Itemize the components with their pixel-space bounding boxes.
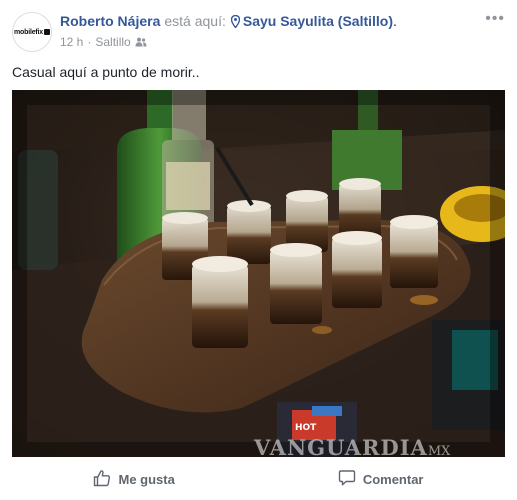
thumbs-up-icon [93, 469, 111, 490]
location-period: . [393, 13, 397, 29]
like-label: Me gusta [118, 471, 175, 487]
post-header: Roberto Nájera está aquí: Sayu Sayulita … [60, 13, 397, 29]
avatar-logo: mobilefix [14, 29, 50, 36]
post-actions: Me gusta Comentar [12, 458, 505, 500]
photo-watermark: VANGUARDIAMX [254, 435, 450, 457]
avatar-logo-square [43, 29, 50, 35]
comment-bubble-icon [338, 469, 356, 490]
meta-separator: · [87, 35, 92, 49]
photo-scene: HOT [12, 90, 505, 457]
status-text: está aquí: [164, 13, 226, 29]
post-caption: Casual aquí a punto de morir.. [12, 64, 200, 80]
post-time[interactable]: 12 h [60, 35, 83, 49]
author-name[interactable]: Roberto Nájera [60, 13, 160, 29]
avatar[interactable]: mobilefix [12, 12, 52, 52]
cigarette-pack-text: HOT [295, 423, 317, 433]
comment-label: Comentar [362, 471, 424, 487]
post-photo[interactable]: HOT VANGUARDIAMX [12, 90, 505, 457]
like-button[interactable]: Me gusta [93, 469, 175, 490]
location-link[interactable]: Sayu Sayulita (Saltillo) [243, 13, 393, 29]
post-options-button[interactable]: ••• [485, 11, 505, 27]
watermark-suffix: MX [427, 444, 451, 457]
post-meta: 12 h · Saltillo [60, 35, 147, 49]
comment-button[interactable]: Comentar [338, 469, 424, 490]
avatar-logo-text: mobilefix [14, 28, 43, 36]
post-place[interactable]: Saltillo [95, 35, 130, 49]
location-pin-icon [230, 14, 240, 28]
facebook-post: mobilefix Roberto Nájera está aquí: Sayu… [0, 0, 517, 500]
audience-friends-icon[interactable] [135, 37, 147, 47]
watermark-text: VANGUARDIA [254, 435, 428, 457]
